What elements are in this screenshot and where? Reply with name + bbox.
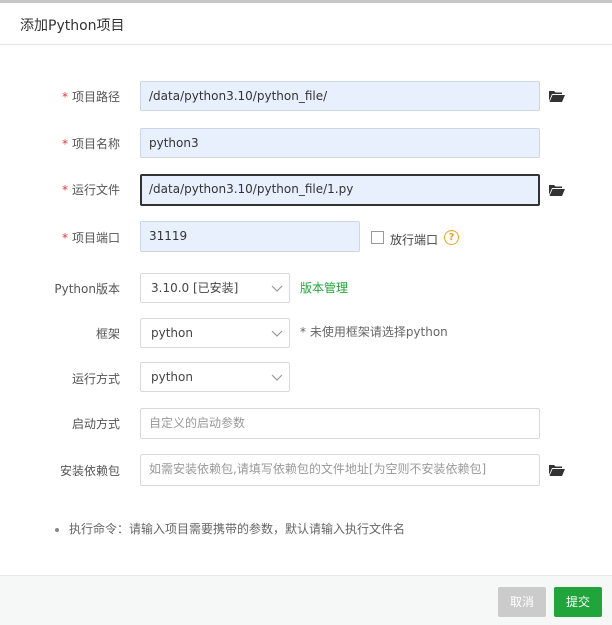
framework-selected: python [151,326,193,340]
install-deps-placeholder: 如需安装依赖包,请填写依赖包的文件地址[为空则不安装依赖包] [149,462,487,476]
python-version-selected: 3.10.0 [已安装] [151,281,239,295]
framework-note: * 未使用框架请选择python [300,325,448,339]
dialog-header: 添加Python项目 [0,3,612,45]
install-deps-label: 安装依赖包 [59,464,120,478]
python-version-label: Python版本 [54,282,120,296]
framework-label: 框架 [95,327,120,341]
run-mode-select[interactable]: python [140,362,290,392]
project-path-label: * 项目路径 [61,90,120,104]
python-version-select[interactable]: 3.10.0 [已安装] [140,273,290,303]
help-icon[interactable]: ? [444,230,459,245]
run-mode-label: 运行方式 [71,372,120,386]
start-mode-placeholder: 自定义的启动参数 [149,416,246,430]
release-port-checkbox[interactable] [371,231,384,244]
command-tip: 执行命令：请输入项目需要携带的参数，默认请输入执行文件名 [55,520,405,537]
run-file-input[interactable]: /data/python3.10/python_file/1.py [140,174,540,206]
project-path-input[interactable]: /data/python3.10/python_file/ [140,81,540,111]
project-port-label: * 项目端口 [61,231,120,245]
release-port-label: 放行端口 [390,233,439,247]
command-tip-text: 执行命令：请输入项目需要携带的参数，默认请输入执行文件名 [69,522,406,536]
chevron-down-icon [271,330,283,337]
install-deps-input[interactable]: 如需安装依赖包,请填写依赖包的文件地址[为空则不安装依赖包] [140,454,540,486]
run-mode-selected: python [151,370,193,384]
chevron-down-icon [271,374,283,381]
dialog-footer: 取消 提交 [0,575,612,625]
framework-select[interactable]: python [140,318,290,348]
version-manage-link[interactable]: 版本管理 [300,279,348,296]
folder-open-icon[interactable] [549,90,565,102]
project-name-input[interactable]: python3 [140,128,540,158]
start-mode-label: 启动方式 [71,417,120,431]
folder-open-icon[interactable] [549,184,565,196]
dialog-title: 添加Python项目 [20,18,125,34]
run-file-label: * 运行文件 [61,183,120,197]
cancel-button[interactable]: 取消 [498,587,546,617]
bullet-dot [55,527,59,532]
project-port-input[interactable]: 31119 [140,221,360,252]
start-mode-input[interactable]: 自定义的启动参数 [140,408,540,439]
submit-button[interactable]: 提交 [554,587,602,617]
chevron-down-icon [271,285,283,292]
project-name-label: * 项目名称 [61,137,120,151]
folder-open-icon[interactable] [549,464,565,476]
